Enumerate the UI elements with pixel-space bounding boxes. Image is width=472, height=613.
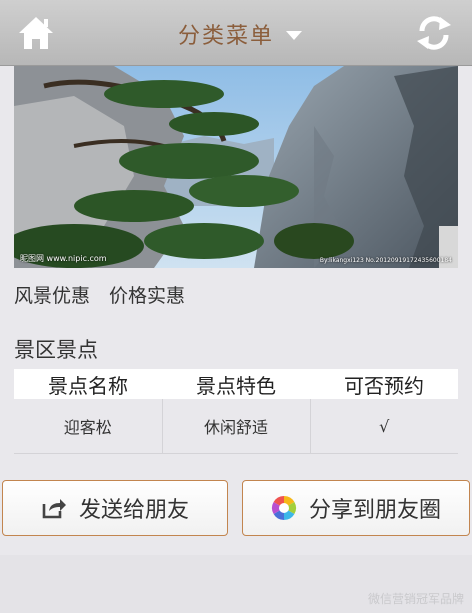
table-cell-name: 迎客松 <box>14 399 162 454</box>
column-header-feature: 景点特色 <box>162 369 310 399</box>
share-to-moments-label: 分享到朋友圈 <box>308 498 441 523</box>
scenic-spots-table: 景点名称 景点特色 可否预约 迎客松 休闲舒适 √ <box>14 369 458 454</box>
home-icon <box>19 17 53 49</box>
refresh-icon <box>417 16 451 50</box>
footer-watermark: 微信营销冠军品牌 <box>367 592 464 606</box>
table-header-row: 景点名称 景点特色 可否预约 <box>14 369 458 399</box>
category-menu-dropdown[interactable]: 分类菜单 <box>150 18 330 50</box>
home-button[interactable] <box>16 14 56 52</box>
send-to-friend-label: 发送给朋友 <box>78 498 189 523</box>
moments-aperture-icon <box>271 496 296 520</box>
share-to-moments-button[interactable]: 分享到朋友圈 <box>242 480 470 536</box>
table-row: 迎客松 休闲舒适 √ <box>14 399 458 454</box>
promo-text: 风景优惠 价格实惠 <box>14 285 186 307</box>
table-cell-feature: 休闲舒适 <box>161 399 310 454</box>
table-cell-bookable: √ <box>309 399 458 454</box>
caret-down-icon <box>286 30 302 40</box>
image-watermark-left: 昵图网 www.nipic.com <box>20 254 107 263</box>
column-header-name: 景点名称 <box>14 369 162 399</box>
bottom-area: 微信营销冠军品牌 <box>0 555 472 613</box>
page-title: 分类菜单 <box>177 24 274 49</box>
hero-scenery-image: 昵图网 www.nipic.com By:likangxi123 No.2012… <box>14 66 458 268</box>
section-title: 景区景点 <box>14 338 98 362</box>
send-to-friend-button[interactable]: 发送给朋友 <box>2 480 228 536</box>
refresh-button[interactable] <box>414 13 454 53</box>
landscape-illustration <box>14 66 458 268</box>
column-header-bookable: 可否预约 <box>310 369 458 399</box>
image-watermark-right: By:likangxi123 No.20120919172435600184 <box>319 257 452 264</box>
top-nav-bar: 分类菜单 <box>0 0 472 66</box>
share-icon <box>42 499 66 519</box>
